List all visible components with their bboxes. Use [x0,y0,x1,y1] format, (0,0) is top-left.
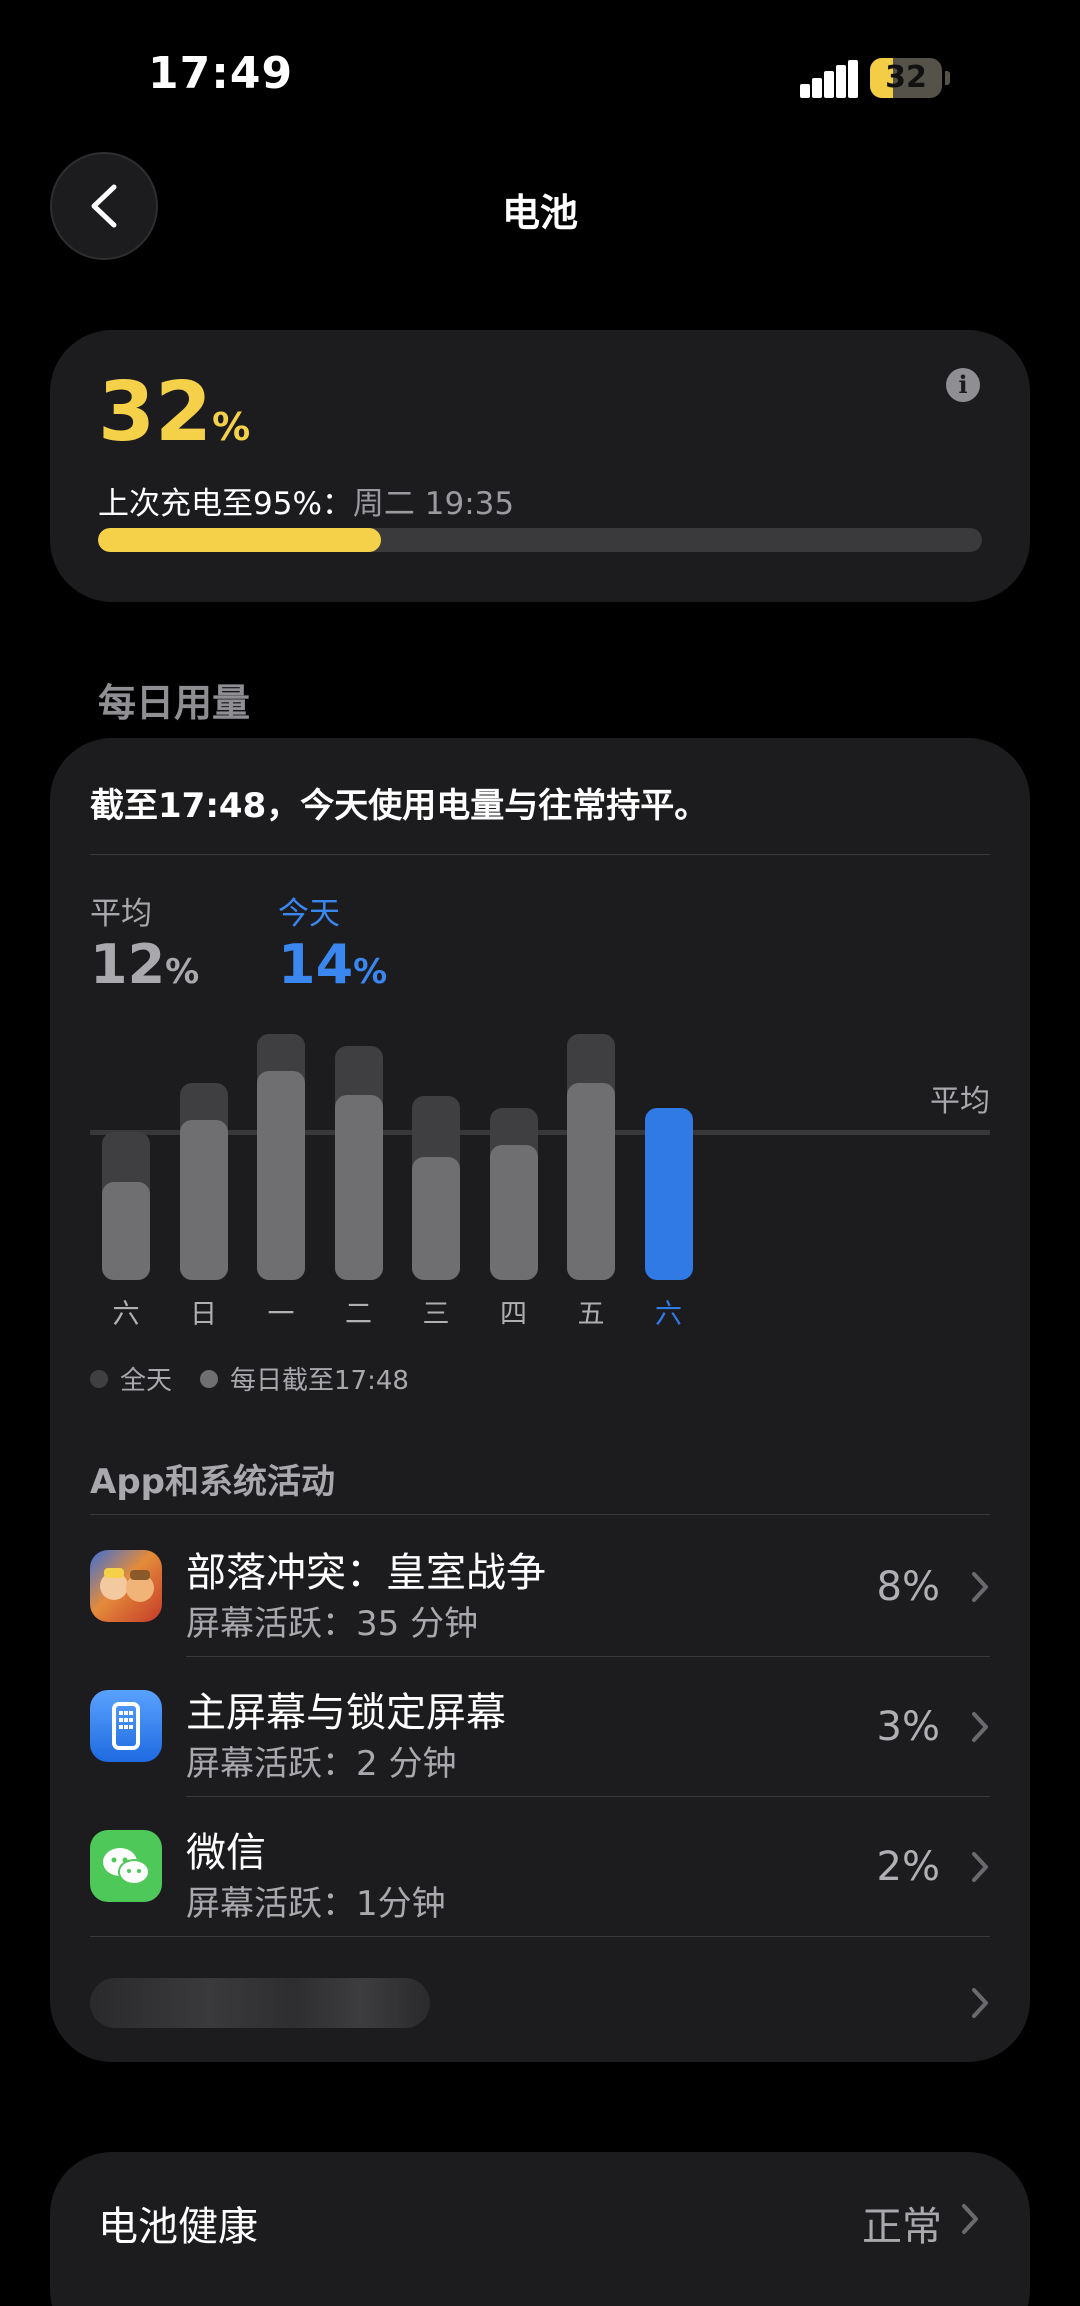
divider [90,1514,990,1515]
battery-percent: 32% [98,372,250,454]
app-row-wechat[interactable]: 微信 屏幕活跃：1分钟 2% [90,1796,990,1936]
usage-bar-full-day[interactable] [257,1034,305,1280]
day-label: 六 [112,1299,140,1330]
day-label: 六 [655,1299,682,1330]
daily-usage-card: 截至17:48，今天使用电量与往常持平。 平均 12% 今天 14% 平均 六日… [50,738,1030,2062]
battery-percent-sign: % [212,405,251,449]
day-label: 一 [267,1299,295,1330]
battery-health-value: 正常 [862,2204,942,2250]
chevron-right-icon [972,1572,988,1602]
app-name: 主屏幕与锁定屏幕 [186,1690,506,1736]
app-row-clash-royale[interactable]: 部落冲突：皇室战争 屏幕活跃：35 分钟 8% [90,1516,990,1656]
divider [90,1936,990,1937]
day-label: 四 [500,1299,527,1330]
app-row-home-lock-screen[interactable]: 主屏幕与锁定屏幕 屏幕活跃：2 分钟 3% [90,1656,990,1796]
usage-bar-until-now [412,1157,460,1280]
chevron-right-icon [972,1852,988,1882]
day-label: 二 [345,1299,372,1330]
blurred-row[interactable] [90,1978,430,2028]
app-percent: 8% [876,1564,940,1610]
usage-bar-full-day[interactable] [334,1046,383,1280]
chevron-right-icon [962,2204,978,2234]
usage-bar-full-day[interactable] [412,1095,460,1280]
usage-bar-until-now [334,1095,383,1280]
battery-percent-value: 32 [98,365,213,460]
usage-bar-until-now [102,1181,150,1280]
app-percent: 3% [876,1704,940,1750]
usage-bar-until-now [489,1144,538,1280]
chevron-right-icon [972,1712,988,1742]
average-line-label: 平均 [930,1084,990,1120]
app-screen-time: 屏幕活跃：1分钟 [186,1884,446,1924]
battery-level-card: 32% i 上次充电至95%：周二 19:35 [50,330,1030,602]
battery-health-row[interactable]: 电池健康 正常 [50,2152,1030,2306]
usage-bar-full-day[interactable] [489,1107,538,1280]
chart-legend: 全天 每日截至17:48 [90,1360,409,1397]
legend-until-now: 每日截至17:48 [200,1360,409,1397]
status-time: 17:49 [148,48,294,99]
battery-level-fill [98,528,381,552]
clash-royale-icon [90,1550,162,1622]
battery-health-label: 电池健康 [98,2204,258,2250]
usage-bar-until-now [179,1120,228,1280]
app-name: 部落冲突：皇室战争 [186,1550,546,1596]
usage-bar-full-day[interactable] [102,1132,150,1280]
last-charge-label: 上次充电至95%： [98,486,353,522]
app-activity-title: App和系统活动 [90,1462,335,1502]
legend-full-day: 全天 [90,1360,172,1397]
legend-dot-until-now [200,1369,219,1388]
day-label: 三 [422,1299,450,1330]
info-icon[interactable]: i [946,368,980,402]
battery-level-bar [98,528,982,552]
day-label: 五 [577,1299,605,1330]
usage-bar-today[interactable] [644,1107,693,1280]
cellular-signal-icon [800,60,858,98]
legend-dot-full-day [90,1369,108,1388]
chevron-right-icon [972,1988,988,2018]
app-screen-time: 屏幕活跃：35 分钟 [186,1604,479,1644]
day-label: 日 [190,1299,217,1330]
last-charge-time: 周二 19:35 [352,486,515,522]
battery-indicator: 32 [870,58,942,98]
app-percent: 2% [876,1844,940,1890]
usage-bar-until-now [567,1083,615,1280]
home-lock-screen-icon [90,1690,162,1762]
section-title-daily-usage: 每日用量 [98,681,251,725]
app-name: 微信 [186,1830,266,1876]
legend-until-now-label: 每日截至17:48 [230,1366,409,1396]
wechat-icon [90,1830,162,1902]
usage-bar-full-day[interactable] [567,1034,615,1280]
legend-full-day-label: 全天 [120,1366,173,1396]
usage-chart: 平均 六 日 一 二 三 四 五 六 [50,738,1030,1398]
usage-bar-until-now [257,1070,305,1280]
last-charge-text: 上次充电至95%：周二 19:35 [98,478,514,523]
battery-nub-icon [945,71,950,85]
app-screen-time: 屏幕活跃：2 分钟 [186,1744,457,1784]
page-title: 电池 [501,191,578,235]
usage-bar-full-day[interactable] [179,1083,228,1280]
